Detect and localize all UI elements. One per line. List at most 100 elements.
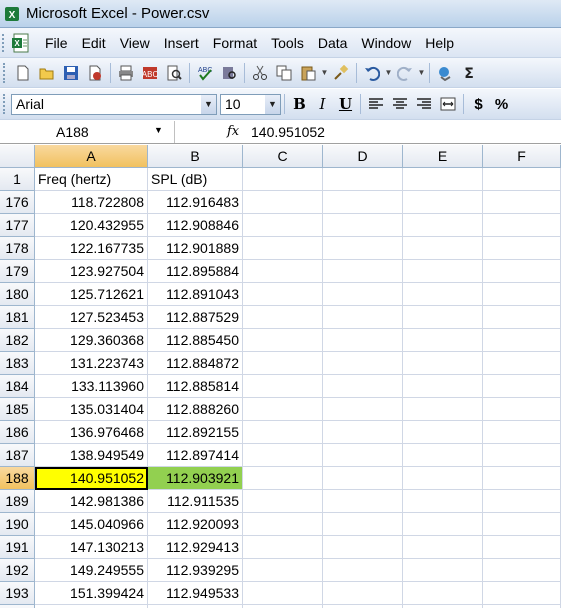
menu-format[interactable]: Format <box>206 32 264 54</box>
cell-f[interactable] <box>483 444 561 467</box>
cell-b[interactable]: 112.887529 <box>148 306 243 329</box>
cell-f[interactable] <box>483 421 561 444</box>
cell-f[interactable] <box>483 513 561 536</box>
cell-b[interactable]: 112.949533 <box>148 582 243 605</box>
cell-a[interactable]: 125.712621 <box>35 283 148 306</box>
align-right-button[interactable] <box>412 93 435 116</box>
cell-a[interactable]: 133.113960 <box>35 375 148 398</box>
row-header[interactable]: 189 <box>0 490 35 513</box>
cell-f[interactable] <box>483 306 561 329</box>
undo-dropdown-arrow[interactable]: ▼ <box>384 61 393 84</box>
cell-c[interactable] <box>243 191 323 214</box>
redo-dropdown-arrow[interactable]: ▼ <box>417 61 426 84</box>
save-button[interactable] <box>59 61 82 84</box>
row-header[interactable]: 178 <box>0 237 35 260</box>
row-header[interactable]: 176 <box>0 191 35 214</box>
cell-a[interactable]: 149.249555 <box>35 559 148 582</box>
cell-c[interactable] <box>243 582 323 605</box>
cell-b[interactable]: 112.888260 <box>148 398 243 421</box>
cell-a[interactable]: 127.523453 <box>35 306 148 329</box>
column-header-b[interactable]: B <box>148 145 243 168</box>
select-all-corner[interactable] <box>0 145 35 168</box>
cell-b[interactable]: 112.903921 <box>148 467 243 490</box>
cell-b[interactable]: 112.885450 <box>148 329 243 352</box>
cell-f[interactable] <box>483 329 561 352</box>
column-header-d[interactable]: D <box>323 145 403 168</box>
font-size-dropdown-arrow[interactable]: ▼ <box>265 94 280 114</box>
cut-button[interactable] <box>248 61 271 84</box>
row-header[interactable]: 188 <box>0 467 35 490</box>
cell-e[interactable] <box>403 214 483 237</box>
cell-f[interactable] <box>483 260 561 283</box>
row-header[interactable]: 179 <box>0 260 35 283</box>
cell-f[interactable] <box>483 559 561 582</box>
bold-button[interactable]: B <box>288 93 311 116</box>
workbook-icon[interactable]: X <box>10 32 32 54</box>
cell-e[interactable] <box>403 536 483 559</box>
cell-b[interactable]: 112.891043 <box>148 283 243 306</box>
cell-f[interactable] <box>483 582 561 605</box>
row-header[interactable]: 191 <box>0 536 35 559</box>
cell-b[interactable]: 112.884872 <box>148 352 243 375</box>
row-header[interactable]: 184 <box>0 375 35 398</box>
menu-grip[interactable] <box>2 33 6 52</box>
menu-tools[interactable]: Tools <box>264 32 311 54</box>
cell-d[interactable] <box>323 191 403 214</box>
cell-d[interactable] <box>323 536 403 559</box>
research-button[interactable]: ABC <box>138 61 161 84</box>
menu-data[interactable]: Data <box>311 32 355 54</box>
cell-e[interactable] <box>403 467 483 490</box>
permission-button[interactable] <box>83 61 106 84</box>
cell-c[interactable] <box>243 306 323 329</box>
cell-e[interactable] <box>403 375 483 398</box>
cell-b[interactable]: 112.929413 <box>148 536 243 559</box>
paste-dropdown-arrow[interactable]: ▼ <box>320 61 329 84</box>
cell-b[interactable]: 112.901889 <box>148 237 243 260</box>
cell-d[interactable] <box>323 467 403 490</box>
row-header[interactable]: 186 <box>0 421 35 444</box>
cell-e[interactable] <box>403 352 483 375</box>
column-header-f[interactable]: F <box>483 145 561 168</box>
cell-a[interactable]: 147.130213 <box>35 536 148 559</box>
menu-file[interactable]: File <box>38 32 75 54</box>
cell-d[interactable] <box>323 260 403 283</box>
toolbar-grip[interactable] <box>3 62 7 83</box>
cell-e[interactable] <box>403 513 483 536</box>
cell-e[interactable] <box>403 283 483 306</box>
cell-d[interactable] <box>323 352 403 375</box>
cell-c[interactable] <box>243 352 323 375</box>
cell-b[interactable]: 112.908846 <box>148 214 243 237</box>
cell-d1[interactable] <box>323 168 403 191</box>
row-header[interactable]: 183 <box>0 352 35 375</box>
cell-c[interactable] <box>243 283 323 306</box>
menu-help[interactable]: Help <box>418 32 461 54</box>
cell-c[interactable] <box>243 467 323 490</box>
cell-a[interactable]: 123.927504 <box>35 260 148 283</box>
cell-d[interactable] <box>323 421 403 444</box>
cell-c[interactable] <box>243 490 323 513</box>
cell-d[interactable] <box>323 398 403 421</box>
cell-e[interactable] <box>403 444 483 467</box>
insert-function-button[interactable]: fx <box>175 124 247 139</box>
cell-c[interactable] <box>243 375 323 398</box>
cell-a[interactable]: 135.031404 <box>35 398 148 421</box>
row-header[interactable]: 190 <box>0 513 35 536</box>
align-center-button[interactable] <box>388 93 411 116</box>
cell-c1[interactable] <box>243 168 323 191</box>
italic-button[interactable]: I <box>311 93 334 116</box>
cell-b[interactable]: 112.920093 <box>148 513 243 536</box>
row-header[interactable]: 182 <box>0 329 35 352</box>
cell-c[interactable] <box>243 398 323 421</box>
new-button[interactable] <box>11 61 34 84</box>
row-header[interactable]: 192 <box>0 559 35 582</box>
cell-d[interactable] <box>323 306 403 329</box>
cell-f1[interactable] <box>483 168 561 191</box>
cell-f[interactable] <box>483 283 561 306</box>
cell-e[interactable] <box>403 237 483 260</box>
menu-insert[interactable]: Insert <box>157 32 206 54</box>
cell-d[interactable] <box>323 559 403 582</box>
cell-e[interactable] <box>403 582 483 605</box>
cell-d[interactable] <box>323 329 403 352</box>
cell-e[interactable] <box>403 421 483 444</box>
print-button[interactable] <box>114 61 137 84</box>
